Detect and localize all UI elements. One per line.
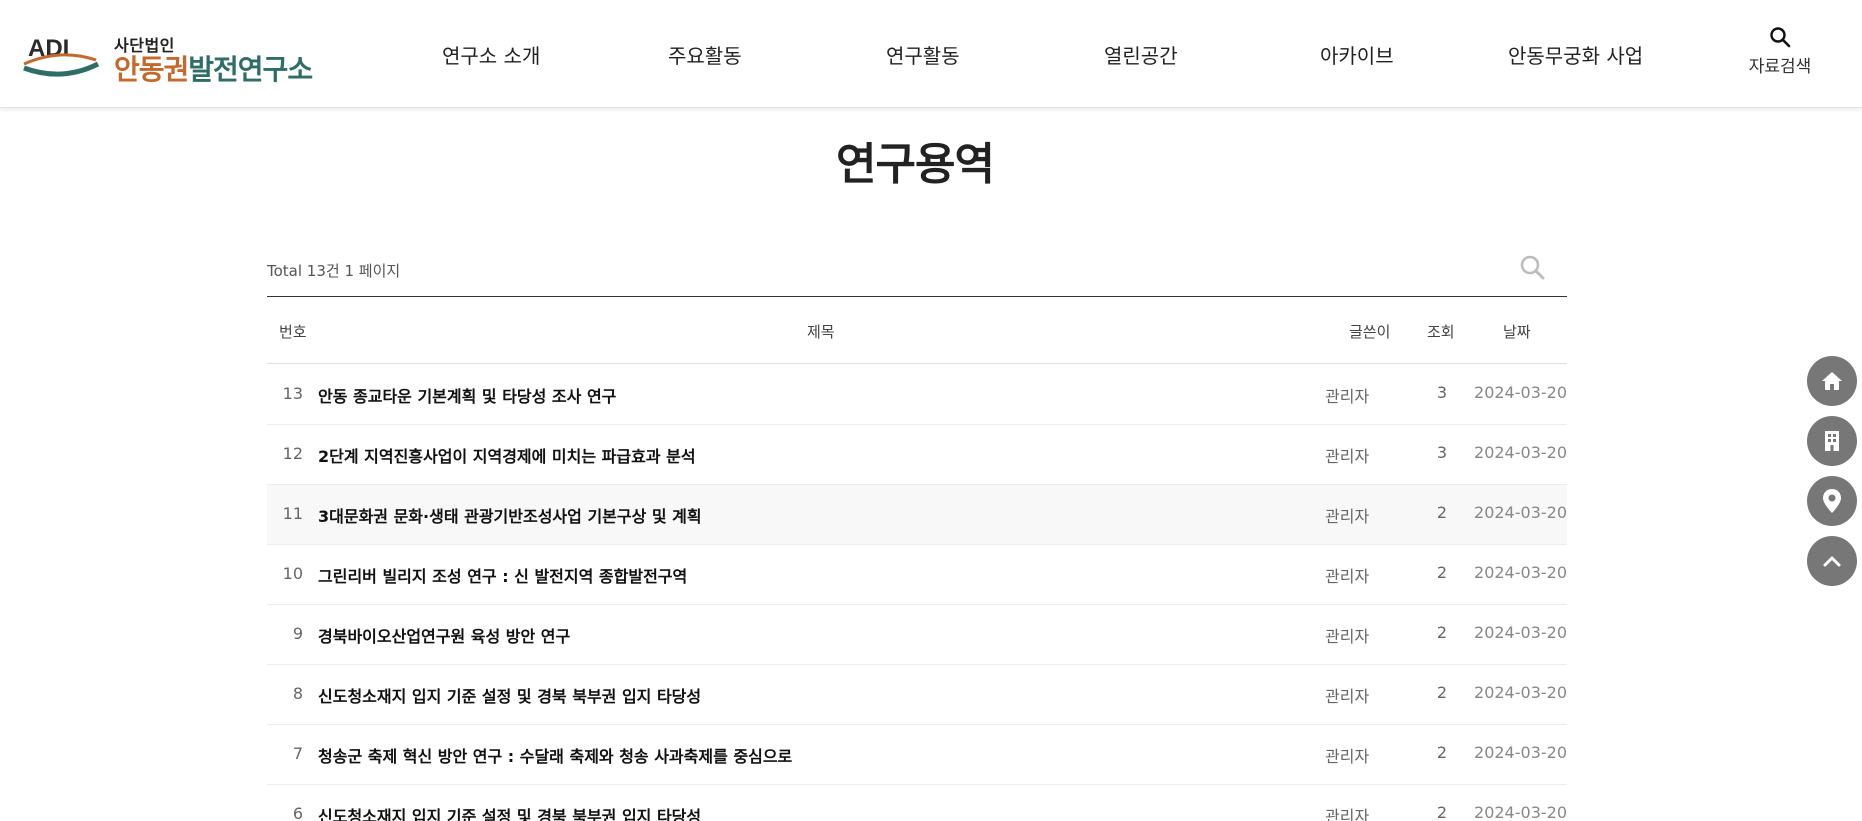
page-title: 연구용역 (836, 139, 995, 190)
search-icon (1770, 27, 1791, 48)
row-subject-link[interactable]: 안동 종교타운 기본계획 및 타당성 조사 연구 (318, 383, 616, 407)
home-button[interactable] (1807, 356, 1857, 406)
nav-item-open-space[interactable]: 열린공간 (1104, 40, 1178, 69)
row-views: 2 (1436, 563, 1448, 582)
row-num: 9 (292, 624, 303, 643)
row-date: 2024-03-20 (1474, 623, 1567, 642)
row-date: 2024-03-20 (1474, 563, 1567, 582)
nav-item-archive[interactable]: 아카이브 (1320, 40, 1394, 69)
row-writer: 관리자 (1325, 747, 1370, 766)
row-num: 10 (282, 564, 303, 583)
table-header: 번호 제목 글쓴이 조회 날짜 (267, 296, 1567, 364)
row-date: 2024-03-20 (1474, 683, 1567, 702)
site-header: ADI 사단법인 안동권발전연구소 연구소 소개 주요활동 연구활동 열린공간 … (0, 0, 1862, 108)
location-pin-icon (1823, 489, 1841, 513)
row-subject-link[interactable]: 3대문화권 문화·생태 관광기반조성사업 기본구상 및 계획 (318, 503, 702, 527)
row-views: 3 (1436, 383, 1448, 402)
row-subject-link[interactable]: 그린리버 빌리지 조성 연구 : 신 발전지역 종합발전구역 (318, 563, 687, 587)
resource-search-button[interactable]: 자료검색 (1740, 26, 1820, 77)
home-icon (1822, 372, 1842, 390)
row-date: 2024-03-20 (1474, 383, 1567, 402)
row-views: 2 (1436, 623, 1448, 642)
logo-name: 안동권발전연구소 (114, 53, 313, 86)
row-writer: 관리자 (1325, 627, 1370, 646)
organization-button[interactable] (1807, 416, 1857, 466)
row-views: 2 (1436, 503, 1448, 522)
building-icon (1825, 431, 1839, 451)
column-subject: 제목 (807, 323, 835, 341)
row-writer: 관리자 (1325, 387, 1370, 406)
row-subject-link[interactable]: 신도청소재지 입지 기준 설정 및 경북 북부권 입지 타당성 (318, 803, 701, 821)
row-views: 2 (1436, 683, 1448, 702)
row-views: 2 (1436, 803, 1448, 821)
column-num: 번호 (279, 323, 307, 341)
table-row[interactable]: 8 신도청소재지 입지 기준 설정 및 경북 북부권 입지 타당성 관리자 2 … (267, 665, 1567, 725)
nav-item-mugunghwa[interactable]: 안동무궁화 사업 (1508, 40, 1643, 69)
row-subject-link[interactable]: 경북바이오산업연구원 육성 방안 연구 (318, 623, 570, 647)
table-row[interactable]: 7 청송군 축제 혁신 방안 연구 : 수달래 축제와 청송 사과축제를 중심으… (267, 725, 1567, 785)
row-num: 8 (292, 684, 303, 703)
board-search-button[interactable] (1519, 254, 1545, 284)
row-writer: 관리자 (1325, 687, 1370, 706)
table-row[interactable]: 12 2단계 지역진흥사업이 지역경제에 미치는 파급효과 분석 관리자 3 2… (267, 425, 1567, 485)
table-row[interactable]: 6 신도청소재지 입지 기준 설정 및 경북 북부권 입지 타당성 관리자 2 … (267, 785, 1567, 821)
row-writer: 관리자 (1325, 567, 1370, 586)
row-writer: 관리자 (1325, 807, 1370, 821)
svg-text:ADI: ADI (28, 35, 69, 62)
row-date: 2024-03-20 (1474, 803, 1567, 821)
row-num: 13 (282, 384, 303, 403)
column-date: 날짜 (1503, 323, 1531, 341)
location-button[interactable] (1807, 476, 1857, 526)
total-count: Total 13건 1 페이지 (267, 262, 401, 280)
row-num: 7 (292, 744, 303, 763)
row-views: 2 (1436, 743, 1448, 762)
row-writer: 관리자 (1325, 507, 1370, 526)
row-views: 3 (1436, 443, 1448, 462)
logo-mark-icon: ADI (23, 35, 100, 77)
nav-item-activities[interactable]: 주요활동 (668, 40, 742, 69)
scroll-top-button[interactable] (1807, 536, 1857, 586)
quick-menu (1807, 356, 1857, 596)
row-subject-link[interactable]: 2단계 지역진흥사업이 지역경제에 미치는 파급효과 분석 (318, 443, 696, 467)
table-row[interactable]: 9 경북바이오산업연구원 육성 방안 연구 관리자 2 2024-03-20 (267, 605, 1567, 665)
resource-search-label: 자료검색 (1748, 57, 1812, 77)
row-date: 2024-03-20 (1474, 443, 1567, 462)
nav-item-about[interactable]: 연구소 소개 (442, 40, 540, 69)
row-num: 6 (292, 804, 303, 821)
search-icon (1520, 255, 1545, 280)
table-row[interactable]: 13 안동 종교타운 기본계획 및 타당성 조사 연구 관리자 3 2024-0… (267, 365, 1567, 425)
table-row[interactable]: 10 그린리버 빌리지 조성 연구 : 신 발전지역 종합발전구역 관리자 2 … (267, 545, 1567, 605)
column-views: 조회 (1427, 323, 1455, 341)
column-writer: 글쓴이 (1349, 323, 1391, 341)
row-num: 12 (282, 444, 303, 463)
row-num: 11 (282, 504, 303, 523)
row-date: 2024-03-20 (1474, 503, 1567, 522)
site-logo[interactable]: ADI 사단법인 안동권발전연구소 (22, 28, 352, 86)
row-subject-link[interactable]: 청송군 축제 혁신 방안 연구 : 수달래 축제와 청송 사과축제를 중심으로 (318, 743, 792, 767)
table-row[interactable]: 11 3대문화권 문화·생태 관광기반조성사업 기본구상 및 계획 관리자 2 … (267, 485, 1567, 545)
row-writer: 관리자 (1325, 447, 1370, 466)
table-body: 13 안동 종교타운 기본계획 및 타당성 조사 연구 관리자 3 2024-0… (267, 365, 1567, 821)
chevron-up-icon (1823, 556, 1841, 567)
nav-item-research[interactable]: 연구활동 (886, 40, 960, 69)
row-date: 2024-03-20 (1474, 743, 1567, 762)
row-subject-link[interactable]: 신도청소재지 입지 기준 설정 및 경북 북부권 입지 타당성 (318, 683, 701, 707)
